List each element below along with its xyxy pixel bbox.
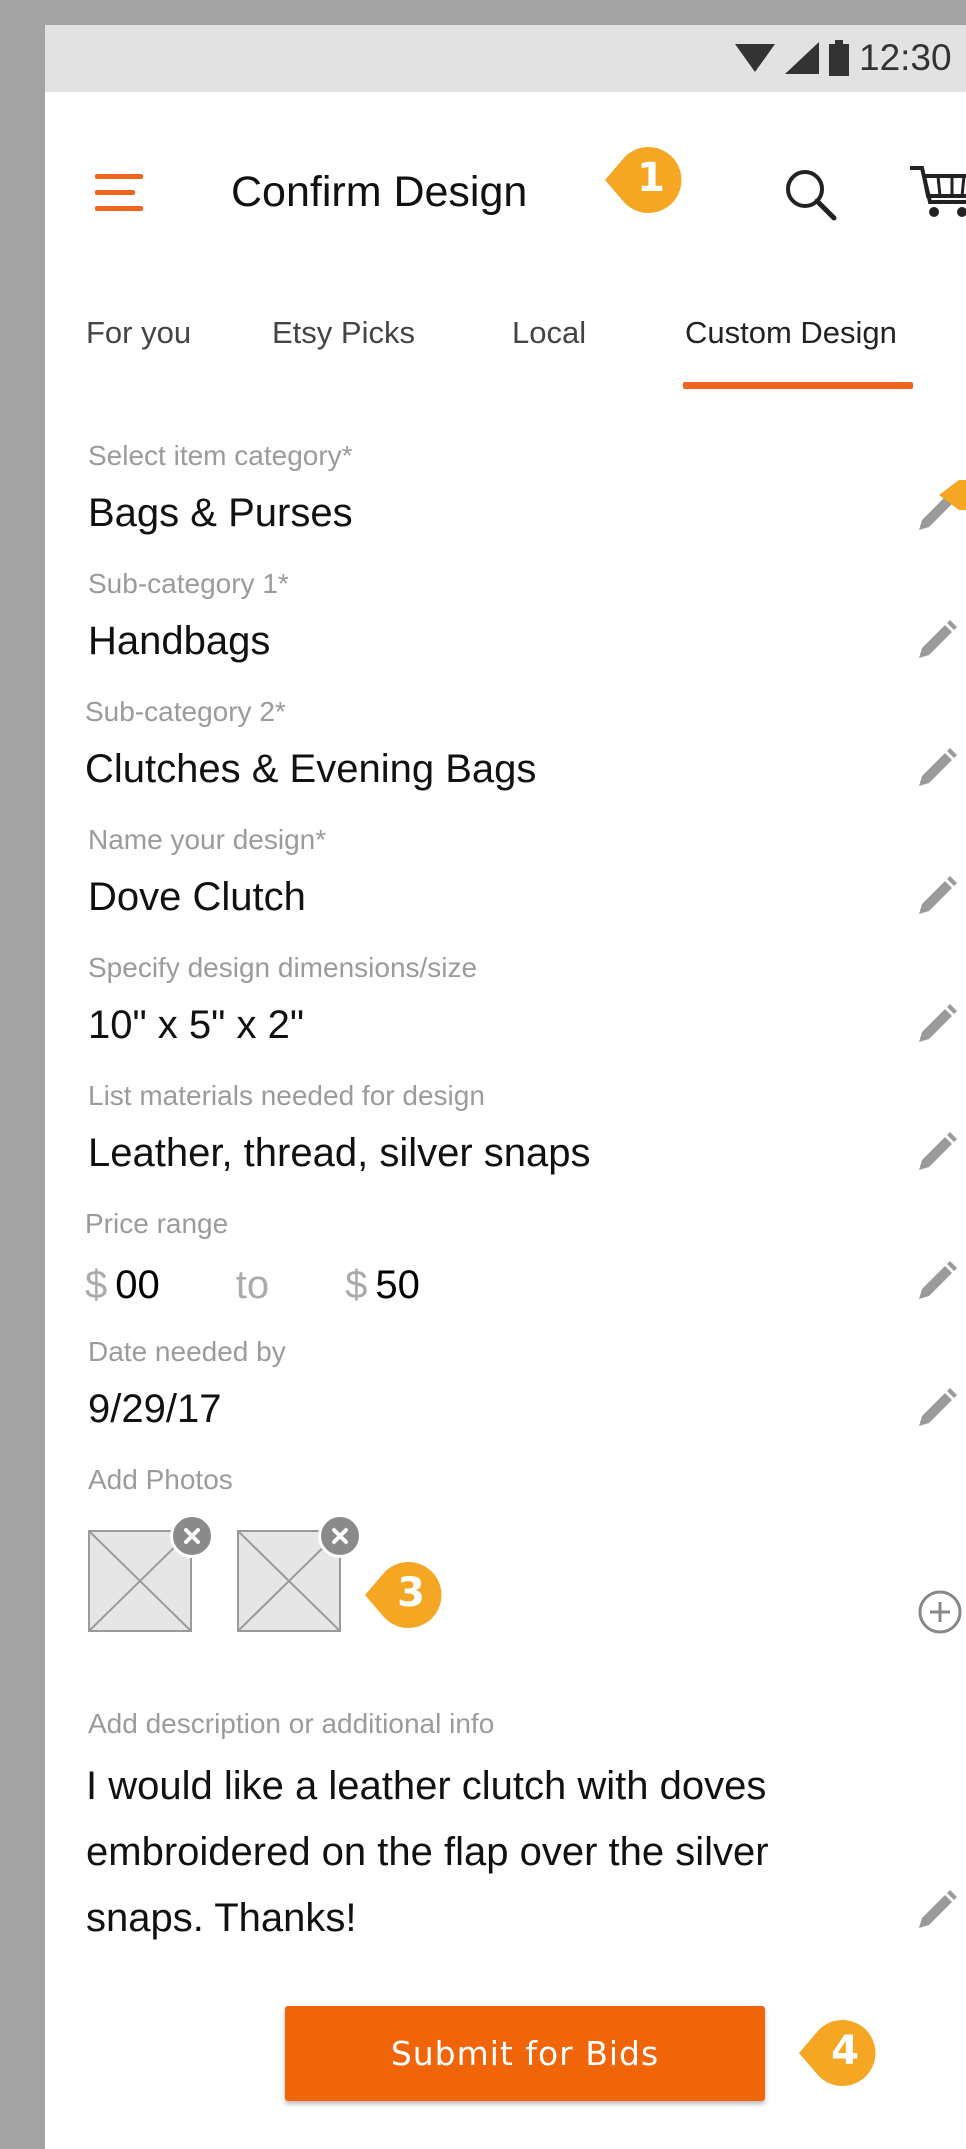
menu-icon[interactable] <box>95 174 143 212</box>
category-value[interactable]: Bags & Purses <box>88 491 353 536</box>
edit-date-icon[interactable] <box>911 1384 961 1434</box>
price-max-value[interactable]: 50 <box>375 1263 420 1307</box>
wifi-icon <box>735 44 775 72</box>
price-min-currency: $ <box>85 1263 108 1307</box>
submit-for-bids-button[interactable]: Submit for Bids <box>285 2006 765 2101</box>
sub-category-2-value[interactable]: Clutches & Evening Bags <box>85 747 536 792</box>
edit-price-icon[interactable] <box>911 1257 961 1307</box>
annotation-callout: 3 <box>353 1560 443 1635</box>
date-label: Date needed by <box>88 1336 286 1367</box>
signal-icon <box>785 42 819 74</box>
tab-local[interactable]: Local <box>512 315 586 351</box>
remove-photo-icon[interactable] <box>170 1514 214 1558</box>
description-value[interactable]: I would like a leather clutch with doves… <box>86 1753 846 1951</box>
sub-category-2-label: Sub-category 2* <box>85 696 286 727</box>
annotation-callout-partial <box>939 480 966 515</box>
price-range-row: $00 to $50 <box>85 1263 420 1308</box>
tab-for-you[interactable]: For you <box>86 315 191 351</box>
dimensions-label: Specify design dimensions/size <box>88 952 478 983</box>
search-icon[interactable] <box>780 164 840 224</box>
phone-screen: 12:30 Confirm Design For you Etsy Picks … <box>45 25 966 2149</box>
page-title: Confirm Design <box>231 168 528 216</box>
design-name-value[interactable]: Dove Clutch <box>88 875 306 920</box>
tab-bar: For you Etsy Picks Local Custom Design <box>45 295 966 415</box>
app-bar: Confirm Design <box>45 92 966 242</box>
status-icons: 12:30 <box>735 37 952 78</box>
remove-photo-icon[interactable] <box>318 1514 362 1558</box>
annotation-number: 4 <box>831 2028 859 2074</box>
battery-icon <box>829 40 849 76</box>
edit-dimensions-icon[interactable] <box>911 1000 961 1050</box>
cart-icon[interactable] <box>908 162 966 222</box>
edit-materials-icon[interactable] <box>911 1128 961 1178</box>
tab-etsy-picks[interactable]: Etsy Picks <box>272 315 415 351</box>
materials-value[interactable]: Leather, thread, silver snaps <box>88 1131 591 1176</box>
status-time: 12:30 <box>859 37 952 78</box>
annotation-number: 1 <box>637 155 665 201</box>
price-range-label: Price range <box>85 1208 229 1239</box>
sub-category-1-label: Sub-category 1* <box>88 568 289 599</box>
annotation-callout: 1 <box>593 145 683 220</box>
sub-category-1-value[interactable]: Handbags <box>88 619 270 664</box>
category-label: Select item category* <box>88 440 353 471</box>
edit-sub-category-2-icon[interactable] <box>911 744 961 794</box>
annotation-number: 3 <box>397 1570 425 1616</box>
date-value[interactable]: 9/29/17 <box>88 1387 221 1432</box>
description-label: Add description or additional info <box>88 1708 495 1739</box>
tab-custom-design[interactable]: Custom Design <box>685 315 897 351</box>
status-bar: 12:30 <box>45 25 966 92</box>
edit-sub-category-1-icon[interactable] <box>911 616 961 666</box>
add-photos-label: Add Photos <box>88 1464 233 1495</box>
dimensions-value[interactable]: 10" x 5" x 2" <box>88 1003 304 1048</box>
edit-design-name-icon[interactable] <box>911 872 961 922</box>
price-separator: to <box>235 1263 270 1307</box>
materials-label: List materials needed for design <box>88 1080 485 1111</box>
annotation-callout: 4 <box>787 2018 877 2093</box>
design-name-label: Name your design* <box>88 824 327 855</box>
active-tab-indicator <box>683 382 913 389</box>
price-max-currency: $ <box>345 1263 368 1307</box>
add-photo-icon[interactable] <box>916 1588 964 1636</box>
edit-description-icon[interactable] <box>911 1886 961 1936</box>
price-min-value[interactable]: 00 <box>115 1263 160 1307</box>
